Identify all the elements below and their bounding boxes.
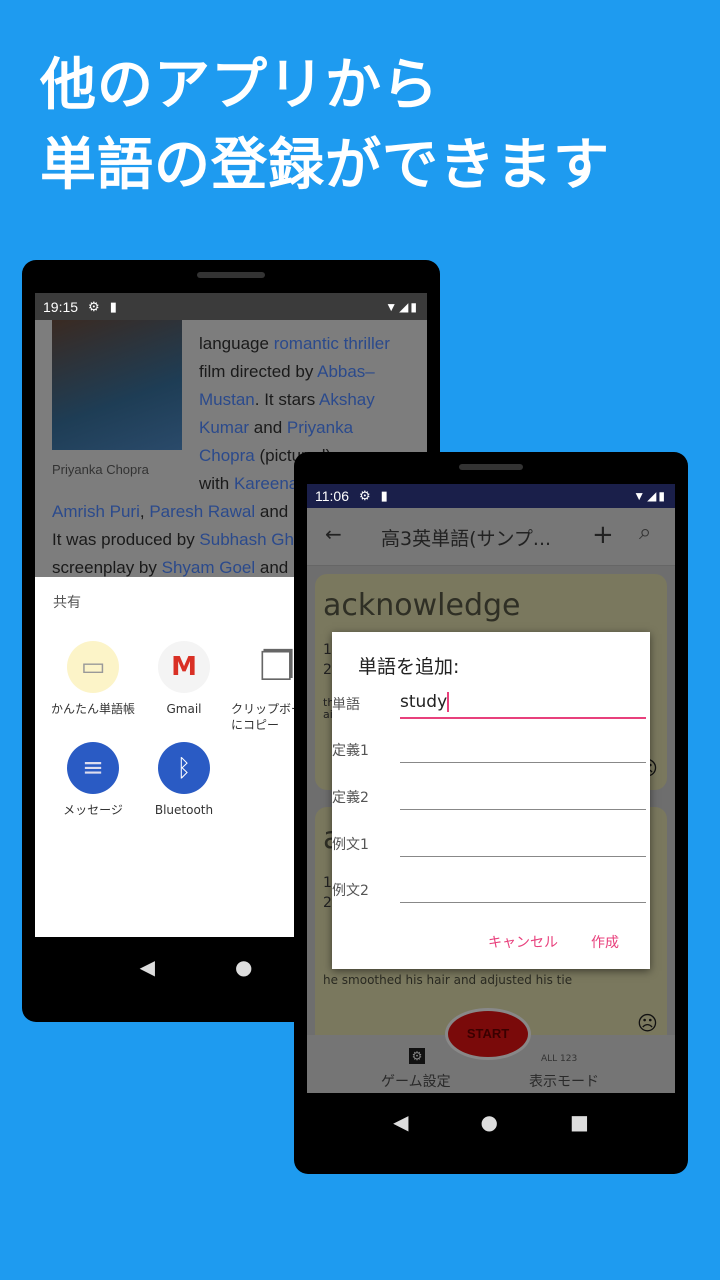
bluetooth-icon: ᛒ <box>158 742 210 794</box>
article-link[interactable]: Kumar <box>199 418 249 437</box>
article-line: Kumar and Priyanka <box>199 414 390 442</box>
article-line: It was produced by Subhash Ghai <box>52 526 307 554</box>
photo-caption: Priyanka Chopra <box>52 462 149 477</box>
article-line: Mustan. It stars Akshay <box>199 386 390 414</box>
word-input[interactable]: study <box>400 692 450 712</box>
field-example1[interactable]: 例文1 <box>332 832 650 862</box>
nav-bar: ◀ ● ■ <box>307 1093 675 1150</box>
article-text-span: . It stars <box>254 390 319 409</box>
status-time: 19:15 <box>43 298 79 315</box>
home-icon[interactable]: ● <box>481 1110 498 1134</box>
display-mode-label[interactable]: 表示モード <box>529 1071 599 1091</box>
add-word-dialog: 単語を追加: 単語 study 定義1 定義2 例文1 例文2 キャンセル 作成 <box>332 632 650 969</box>
article-line: Amrish Puri, Paresh Rawal and <box>52 498 307 526</box>
article-link[interactable]: Chopra <box>199 446 255 465</box>
toolbar-title: 高3英単語(サンプ... <box>381 528 552 550</box>
game-settings-label[interactable]: ゲーム設定 <box>381 1071 451 1091</box>
sd-card-icon: ▮ <box>109 298 117 314</box>
article-link[interactable]: Amrish Puri <box>52 502 140 521</box>
article-link[interactable]: Paresh Rawal <box>149 502 255 521</box>
field-label: 例文1 <box>332 837 369 853</box>
article-text-span: , <box>139 502 150 521</box>
field-underline <box>400 717 646 719</box>
article-link[interactable]: Akshay <box>319 390 375 409</box>
field-example2[interactable]: 例文2 <box>332 878 650 908</box>
text-cursor <box>447 692 450 712</box>
article-text-span: film directed by <box>199 362 318 381</box>
gear-icon: ⚙ <box>88 298 100 314</box>
share-item-gmail[interactable]: M Gmail <box>139 641 229 717</box>
field-underline <box>400 902 646 903</box>
status-time: 11:06 <box>315 488 349 504</box>
recents-icon[interactable]: ■ <box>570 1110 589 1134</box>
article-link[interactable]: Abbas– <box>317 362 375 381</box>
field-label: 例文2 <box>332 883 369 899</box>
share-item-kantan[interactable]: ▭ かんたん単語帳 <box>48 641 138 717</box>
field-underline <box>400 856 646 857</box>
field-underline <box>400 809 646 810</box>
card-def2: 2 <box>323 662 332 678</box>
flashcards-icon: ▭ <box>67 641 119 693</box>
search-icon[interactable]: ⌕ <box>639 520 651 545</box>
field-word[interactable]: 単語 study <box>332 690 650 720</box>
headline-line1: 他のアプリから <box>40 53 439 118</box>
article-link[interactable]: Priyanka <box>287 418 353 437</box>
settings-gear-icon[interactable]: ⚙ <box>409 1048 425 1064</box>
back-icon[interactable]: ◀ <box>393 1110 408 1134</box>
home-icon[interactable]: ● <box>235 955 252 979</box>
gear-icon: ⚙ <box>359 488 371 503</box>
card-example: he smoothed his hair and adjusted his ti… <box>323 973 573 987</box>
article-text-span: with <box>199 474 234 493</box>
gmail-icon: M <box>158 641 210 693</box>
article-text-span: and <box>249 418 287 437</box>
article-text-span: screenplay by <box>52 558 162 577</box>
status-bar: 11:06 ⚙ ▮ ▼◢▮ <box>307 484 675 508</box>
start-button[interactable]: START <box>445 1008 531 1060</box>
article-link[interactable]: romantic thriller <box>274 334 390 353</box>
status-bar: 19:15 ⚙ ▮ ▼◢▮ <box>35 293 427 320</box>
field-label: 単語 <box>332 697 360 713</box>
toolbar: ← 高3英単語(サンプ... + ⌕ <box>307 508 675 566</box>
field-def2[interactable]: 定義2 <box>332 785 650 815</box>
card-word: acknowledge <box>323 588 521 623</box>
back-arrow-icon[interactable]: ← <box>325 522 342 546</box>
article-text-span: and <box>255 502 289 521</box>
back-icon[interactable]: ◀ <box>140 955 155 979</box>
headline-line2: 単語の登録ができます <box>40 133 610 198</box>
article-text-span: It was produced by <box>52 530 200 549</box>
article-text-full: Amrish Puri, Paresh Rawal and It was prod… <box>52 498 307 582</box>
field-label: 定義1 <box>332 743 369 759</box>
article-line: film directed by Abbas– <box>199 358 390 386</box>
wifi-signal-battery-icon: ▼◢▮ <box>385 299 419 314</box>
article-photo <box>52 320 182 450</box>
share-title: 共有 <box>53 595 81 611</box>
field-label: 定義2 <box>332 790 369 806</box>
create-button[interactable]: 作成 <box>591 932 619 952</box>
sad-face-icon[interactable]: ☹ <box>637 1011 658 1035</box>
mode-small-label: ALL 123 <box>541 1054 578 1064</box>
share-item-bluetooth[interactable]: ᛒ Bluetooth <box>139 742 229 818</box>
article-link[interactable]: Subhash Ghai <box>199 530 307 549</box>
article-link[interactable]: Shyam Goel <box>162 558 256 577</box>
field-def1[interactable]: 定義1 <box>332 738 650 768</box>
share-item-messages[interactable]: ≡ メッセージ <box>48 742 138 818</box>
article-link[interactable]: Kareena <box>234 474 298 493</box>
article-link[interactable]: Mustan <box>199 390 255 409</box>
cancel-button[interactable]: キャンセル <box>488 932 558 952</box>
word-value: study <box>400 692 448 712</box>
field-underline <box>400 762 646 763</box>
sd-card-icon: ▮ <box>380 488 388 503</box>
article-line: language romantic thriller <box>199 330 390 358</box>
card-def2: 2 <box>323 895 332 911</box>
add-icon[interactable]: + <box>592 520 614 550</box>
article-text-span: and <box>255 558 289 577</box>
article-text-span: language <box>199 334 274 353</box>
card-def1: 1 <box>323 875 332 891</box>
dialog-title: 単語を追加: <box>358 656 460 678</box>
messages-icon: ≡ <box>67 742 119 794</box>
wifi-signal-battery-icon: ▼◢▮ <box>633 489 667 503</box>
card-def1: 1 <box>323 642 332 658</box>
